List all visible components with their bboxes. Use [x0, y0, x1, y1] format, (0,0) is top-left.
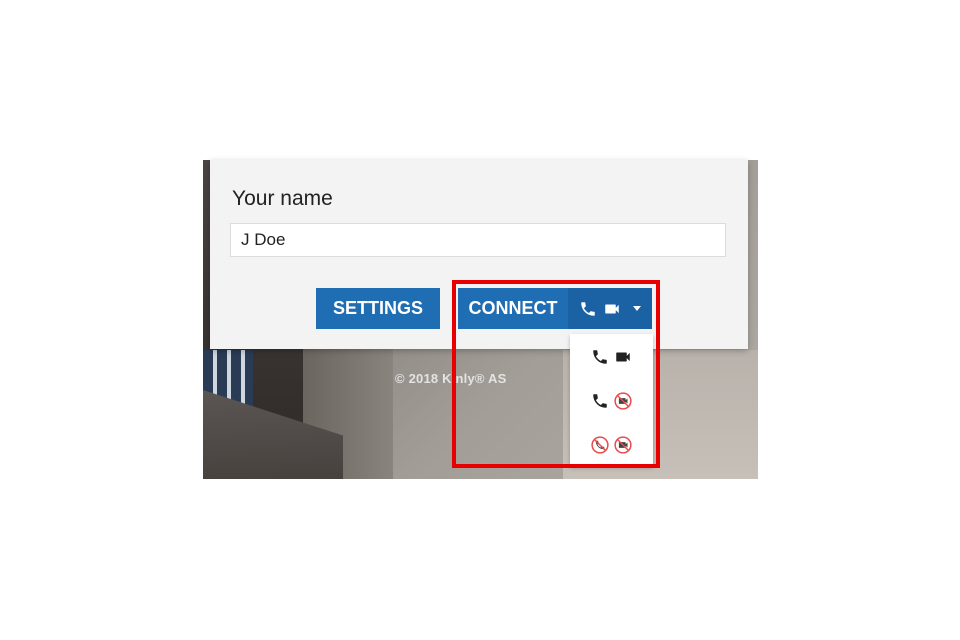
- settings-button[interactable]: SETTINGS: [316, 288, 440, 329]
- phone-icon: [591, 348, 609, 366]
- menu-item-no-audio-no-video[interactable]: [570, 425, 653, 465]
- name-input[interactable]: [230, 223, 726, 257]
- menu-item-audio-video[interactable]: [570, 337, 653, 377]
- menu-item-audio-only[interactable]: [570, 381, 653, 421]
- camera-off-icon: [614, 392, 632, 410]
- chevron-down-icon: [633, 306, 641, 311]
- connect-mode-dropdown-toggle[interactable]: [568, 288, 652, 329]
- connect-mode-menu: [570, 334, 653, 466]
- phone-icon: [579, 300, 597, 318]
- camera-off-icon: [614, 436, 632, 454]
- copyright-text: © 2018 Kinly® AS: [395, 371, 507, 386]
- join-dialog: Your name SETTINGS CONNECT: [210, 160, 748, 349]
- camera-icon: [614, 348, 632, 366]
- connect-button[interactable]: CONNECT: [458, 288, 568, 329]
- name-label: Your name: [232, 187, 333, 210]
- phone-icon: [591, 392, 609, 410]
- phone-off-icon: [591, 436, 609, 454]
- camera-icon: [603, 300, 621, 318]
